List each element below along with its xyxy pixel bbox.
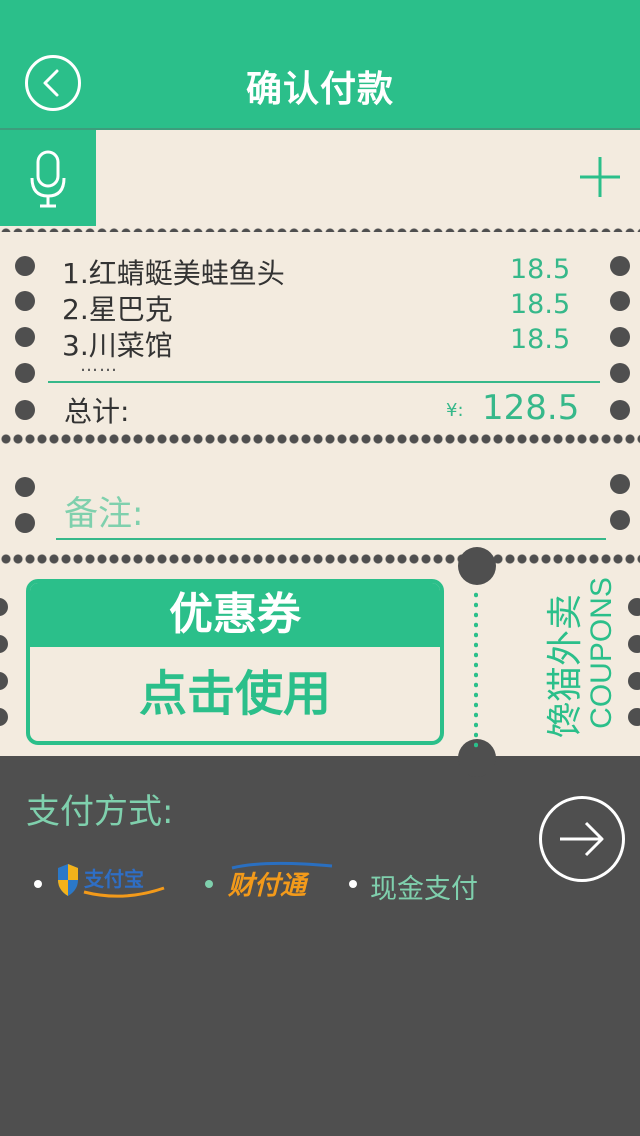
coupon-perforation	[474, 590, 478, 750]
top-bar: 确认付款	[0, 0, 640, 128]
payment-radio[interactable]	[349, 880, 357, 888]
alipay-label: 支付宝	[84, 867, 144, 891]
page-title: 确认付款	[245, 69, 394, 110]
order-item-price: 18.5	[510, 289, 571, 320]
ticket-hole	[610, 363, 630, 383]
ticket-hole	[610, 474, 630, 494]
ticket-hole	[15, 400, 35, 420]
microphone-icon	[30, 150, 66, 208]
payment-option-alipay[interactable]: 支付宝	[54, 858, 170, 906]
payment-option-tenpay[interactable]: 财付通	[224, 858, 338, 906]
total-divider	[48, 381, 600, 383]
coupon-title: 优惠券	[30, 583, 440, 647]
ticket-hole	[628, 672, 640, 690]
order-item-price: 18.5	[510, 254, 571, 285]
tenpay-label: 财付通	[227, 871, 310, 901]
currency-symbol: ¥:	[446, 400, 464, 421]
note-underline	[56, 538, 606, 540]
note-field[interactable]: 备注:	[64, 486, 143, 535]
total-label: 总计:	[64, 395, 130, 428]
ticket-hole	[610, 327, 630, 347]
tenpay-logo: 财付通	[227, 861, 333, 901]
payment-option-cash[interactable]: 现金支付	[370, 867, 478, 906]
payment-radio[interactable]	[34, 880, 42, 888]
coupon-use-label: 点击使用	[138, 666, 331, 722]
ticket-hole	[628, 708, 640, 726]
coupon-notch	[458, 547, 496, 585]
ticket-hole	[15, 513, 35, 533]
ticket-hole	[610, 510, 630, 530]
ticket-hole	[610, 291, 630, 311]
order-item-name: 2.星巴克	[62, 293, 173, 326]
add-button[interactable]	[578, 155, 622, 199]
ticket-hole	[15, 327, 35, 347]
voice-input-row	[0, 128, 640, 228]
more-items-indicator: ……	[80, 355, 118, 376]
ticket-hole	[628, 598, 640, 616]
ticket-edge	[0, 552, 640, 566]
ticket-hole	[15, 291, 35, 311]
order-item-name: 1.红蜻蜓美蛙鱼头	[62, 257, 285, 290]
coupon-brand-en: COUPONS	[584, 577, 618, 729]
voice-button[interactable]	[0, 130, 96, 228]
total-amount: 128.5	[482, 388, 580, 428]
ticket-hole	[628, 635, 640, 653]
confirm-next-button[interactable]	[539, 796, 625, 882]
coupon-brand: 馋猫外卖	[545, 593, 587, 739]
arrow-right-icon	[560, 821, 604, 857]
coupon-button[interactable]: 优惠券 点击使用	[26, 579, 444, 745]
alipay-logo: 支付宝	[58, 864, 165, 898]
payment-method-label: 支付方式:	[26, 792, 174, 832]
ticket-hole	[15, 477, 35, 497]
ticket-edge	[0, 432, 640, 446]
ticket-hole	[610, 400, 630, 420]
payment-radio[interactable]	[205, 880, 213, 888]
plus-icon	[580, 157, 620, 197]
ticket-hole	[610, 256, 630, 276]
ticket-hole	[15, 363, 35, 383]
ticket-hole	[15, 256, 35, 276]
order-item-price: 18.5	[510, 324, 571, 355]
